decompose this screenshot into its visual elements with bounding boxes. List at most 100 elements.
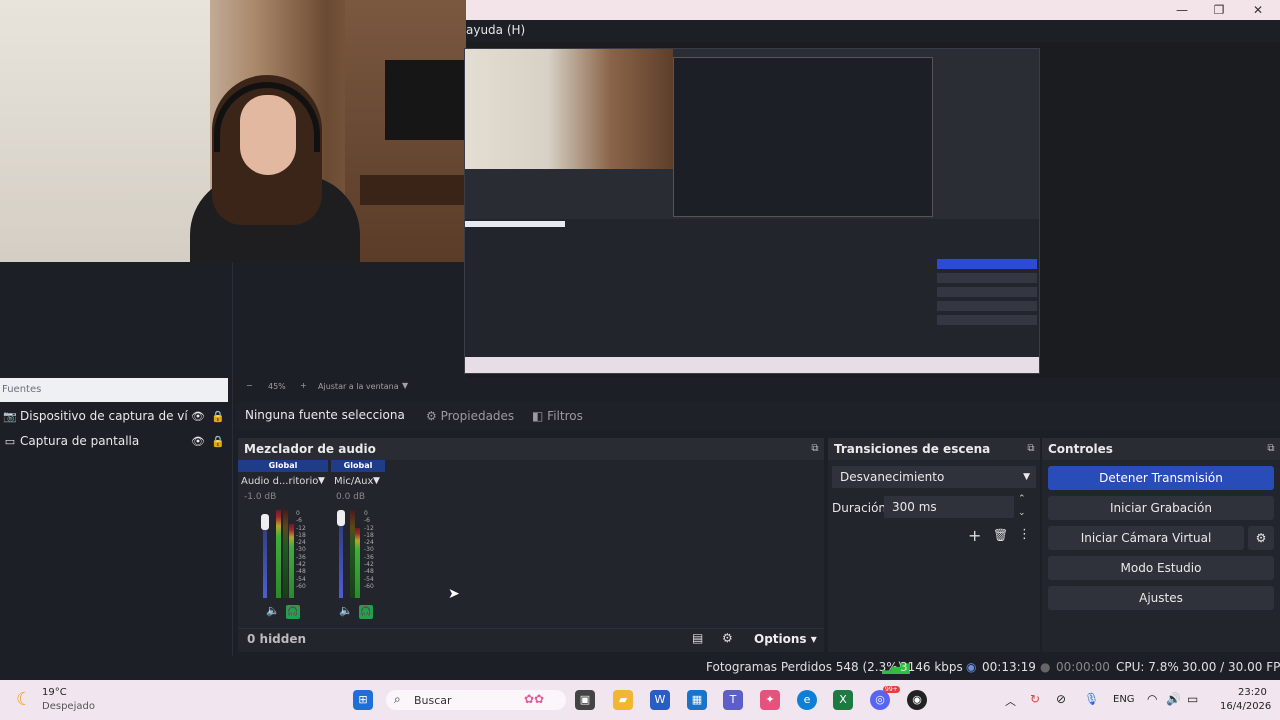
copilot-icon[interactable]: ✦	[760, 690, 780, 710]
source-label: Captura de pantalla	[20, 434, 140, 448]
add-icon[interactable]: +	[968, 526, 981, 545]
teams-icon[interactable]: T	[723, 690, 743, 710]
task-view-icon[interactable]: ▣	[575, 690, 595, 710]
chevron-down-icon[interactable]: ▼	[402, 381, 408, 390]
source-item-screen-capture[interactable]: ▭ Captura de pantalla 👁 🔒	[0, 429, 228, 453]
language-indicator[interactable]: ENG	[1113, 694, 1135, 705]
wifi-icon[interactable]: ◠	[1147, 692, 1157, 706]
filters-button[interactable]: ◧ Filtros	[526, 405, 589, 427]
fps: 30.00 / 30.00 FPS	[1182, 660, 1280, 674]
eye-icon[interactable]: 👁	[188, 410, 208, 423]
gear-icon: ⚙	[426, 409, 437, 423]
tray-network-off-icon[interactable]: ⊘	[1056, 692, 1066, 706]
more-icon[interactable]: ⋮	[1018, 527, 1031, 542]
trash-icon[interactable]: 🗑	[993, 528, 1008, 542]
battery-icon[interactable]: ▭	[1187, 692, 1198, 706]
monitor-icon: ▭	[4, 434, 16, 448]
edge-icon[interactable]: e	[797, 690, 817, 710]
excel-icon[interactable]: X	[833, 690, 853, 710]
transitions-title: Transiciones de escena	[828, 438, 1040, 460]
volume-fader[interactable]	[339, 516, 343, 598]
channel-name: Mic/Aux	[334, 476, 374, 487]
channel-db: -1.0 dB	[244, 492, 277, 502]
undock-icon[interactable]: ⧉	[1024, 442, 1038, 456]
taskbar-search[interactable]: ⌕ Buscar ✿✿	[386, 690, 566, 710]
db-scale: 0 -6 -12 -18 -24 -30 -36 -42 -48 -54 -60	[296, 510, 306, 590]
word-icon[interactable]: W	[650, 690, 670, 710]
stepper-down-icon[interactable]: ⌄	[1018, 508, 1026, 518]
start-virtual-camera-button[interactable]: Iniciar Cámara Virtual	[1048, 526, 1244, 550]
clock-time[interactable]: 23:20	[1238, 687, 1267, 698]
clock-date[interactable]: 16/4/2026	[1220, 701, 1271, 712]
hidden-count[interactable]: 0 hidden	[247, 632, 306, 646]
chevron-down-icon[interactable]: ▼	[373, 476, 380, 486]
headphones-icon[interactable]: 🎧	[359, 605, 373, 619]
start-recording-button[interactable]: Iniciar Grabación	[1048, 496, 1274, 520]
duration-label: Duración	[832, 501, 887, 515]
properties-button[interactable]: ⚙ Propiedades	[420, 405, 520, 427]
zoom-fit-label[interactable]: Ajustar a la ventana	[318, 382, 399, 391]
lock-icon[interactable]: 🔒	[208, 435, 228, 448]
source-item-video-capture[interactable]: 📷 Dispositivo de captura de vídeo 👁 🔒	[0, 404, 228, 428]
filter-icon: ◧	[532, 409, 544, 423]
settings-button[interactable]: Ajustes	[1048, 586, 1274, 610]
tray-app-icon[interactable]: ↻	[1030, 692, 1040, 706]
search-icon: ⌕	[394, 692, 401, 706]
window-titlebar	[466, 0, 1280, 20]
microphone-icon[interactable]: 🎙	[1084, 692, 1099, 706]
preview-zoom-bar: − 45% + Ajustar a la ventana ▼	[232, 380, 1280, 394]
channel-name: Audio d...ritorio	[241, 476, 319, 487]
fader-handle[interactable]	[337, 510, 345, 526]
undock-icon[interactable]: ⧉	[1264, 442, 1278, 456]
transition-select[interactable]: Desvanecimiento ▼	[832, 466, 1036, 488]
lock-icon[interactable]: 🔒	[208, 410, 228, 423]
restore-button[interactable]: ❐	[1199, 0, 1239, 20]
level-meter	[289, 524, 294, 598]
headphones-icon[interactable]: 🎧	[286, 605, 300, 619]
audio-mixer-dock: Mezclador de audio ⧉ Global Audio d...ri…	[238, 438, 824, 652]
zoom-in-button[interactable]: +	[300, 381, 307, 390]
layout-icon[interactable]: ▤	[692, 631, 703, 645]
discord-icon[interactable]: ◎	[870, 690, 890, 710]
obs-icon[interactable]: ◉	[907, 690, 927, 710]
dropped-frames: Fotogramas Perdidos 548 (2.3%)	[706, 660, 903, 674]
file-explorer-icon[interactable]: ▰	[613, 690, 633, 710]
eye-icon[interactable]: 👁	[188, 435, 208, 448]
studio-mode-button[interactable]: Modo Estudio	[1048, 556, 1274, 580]
weather-icon[interactable]: ☾	[16, 689, 32, 710]
chevron-down-icon[interactable]: ▼	[318, 476, 325, 486]
weather-temp[interactable]: 19°C	[42, 687, 67, 698]
source-label: Dispositivo de captura de vídeo	[20, 409, 188, 423]
volume-icon[interactable]: 🔊	[1166, 692, 1181, 706]
level-meter	[355, 528, 360, 598]
channel-db: 0.0 dB	[336, 492, 366, 502]
close-button[interactable]: ✕	[1238, 0, 1278, 20]
level-meter	[283, 510, 288, 598]
menu-bar	[466, 20, 1280, 42]
weather-desc[interactable]: Despejado	[42, 701, 95, 712]
virtual-camera-gear-icon[interactable]: ⚙	[1248, 526, 1274, 550]
store-icon[interactable]: ▦	[687, 690, 707, 710]
gear-icon[interactable]: ⚙	[722, 631, 733, 645]
zoom-out-button[interactable]: −	[246, 381, 253, 390]
stop-stream-button[interactable]: Detener Transmisión	[1048, 466, 1274, 490]
broadcast-icon: ◉	[966, 660, 977, 674]
minimize-button[interactable]: —	[1162, 0, 1202, 20]
channel-scope: Global	[331, 460, 385, 472]
stepper-up-icon[interactable]: ⌃	[1018, 494, 1026, 504]
speaker-icon[interactable]: 🔈	[266, 604, 280, 617]
undock-icon[interactable]: ⧉	[808, 442, 822, 456]
speaker-icon[interactable]: 🔈	[339, 604, 353, 617]
chevron-down-icon: ▼	[1023, 472, 1030, 482]
zoom-value: 45%	[268, 382, 286, 391]
windows-start-icon[interactable]: ⊞	[353, 690, 373, 710]
options-button[interactable]: Options ▾	[754, 632, 817, 646]
program-preview[interactable]	[464, 48, 1040, 374]
no-source-label: Ninguna fuente selecciona	[245, 408, 405, 422]
sources-dock-title: Fuentes	[0, 378, 228, 402]
tray-chevron-up-icon[interactable]: ︿	[1005, 693, 1016, 709]
duration-input[interactable]: 300 ms	[884, 496, 1014, 518]
menu-help[interactable]: ayuda (H)	[466, 23, 525, 37]
discord-badge: 99+	[883, 686, 900, 693]
fader-handle[interactable]	[261, 514, 269, 530]
